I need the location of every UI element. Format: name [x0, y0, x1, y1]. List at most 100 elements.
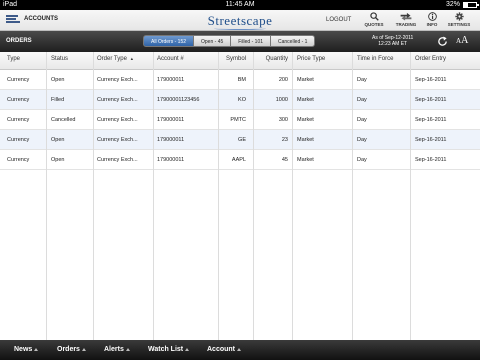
segment-cancelled[interactable]: Cancelled - 1 [271, 35, 316, 47]
cell-time-in-force: Day [357, 97, 367, 103]
column-divider [253, 52, 254, 340]
column-divider [292, 52, 293, 340]
cell-symbol: GE [238, 137, 246, 143]
order-filter-segments: All Orders - 152 Open - 45 Filled - 101 … [143, 35, 316, 47]
refresh-icon[interactable] [437, 36, 448, 47]
segment-open[interactable]: Open - 45 [194, 35, 232, 47]
column-header-type[interactable]: Type [7, 52, 47, 70]
gear-icon [454, 12, 464, 21]
cell-order-type: Currency Exch... [97, 97, 138, 103]
column-header-order-entry[interactable]: Order Entry [415, 52, 475, 70]
nav-item-label: Alerts [104, 346, 124, 353]
cell-status: Open [51, 157, 65, 163]
orders-toolbar: ORDERS All Orders - 152 Open - 45 Filled… [0, 31, 480, 52]
column-header-order-type[interactable]: Order Type ▲ [97, 52, 153, 70]
table-row[interactable]: Currency Cancelled Currency Exch... 1790000… [0, 110, 480, 130]
expand-arrow-icon [81, 348, 86, 351]
column-divider [46, 52, 47, 340]
cell-quantity: 45 [281, 157, 288, 163]
quotes-button[interactable]: QUOTES [362, 11, 386, 31]
nav-item-label: Orders [57, 346, 80, 353]
battery-percent: 32% [445, 1, 460, 8]
cell-time-in-force: Day [357, 77, 367, 83]
column-header-price-type[interactable]: Price Type [297, 52, 352, 70]
app-header: ACCOUNTS Streetscape LOGOUT QUOTES TRADI… [0, 10, 480, 31]
table-header: Type Status Order Type ▲ Account # Symbol Quan… [0, 52, 480, 70]
nav-item-label: Watch List [148, 346, 184, 353]
cell-symbol: AAPL [231, 157, 246, 163]
cell-symbol: PMTC [230, 117, 246, 123]
cell-quantity: 200 [278, 77, 288, 83]
expand-arrow-icon [34, 348, 39, 351]
cell-status: Open [51, 77, 65, 83]
orders-title: ORDERS [6, 38, 32, 44]
column-divider [93, 52, 94, 340]
cell-type: Currency [7, 77, 30, 83]
cell-status: Open [51, 137, 65, 143]
column-header-symbol[interactable]: Symbol [222, 52, 246, 70]
as-of-timestamp: As of Sep-12-2011 12:23 AM ET [372, 35, 414, 47]
settings-button[interactable]: SETTINGS [447, 11, 471, 31]
nav-item-account[interactable]: Account [207, 346, 241, 353]
cell-quantity: 1000 [275, 97, 288, 103]
cell-account-number: 179000011 [157, 77, 185, 83]
cell-type: Currency [7, 97, 30, 103]
cell-type: Currency [7, 137, 30, 143]
font-size-icon[interactable]: AA [456, 36, 468, 46]
cell-price-type: Market [297, 117, 314, 123]
expand-arrow-icon [185, 348, 190, 351]
info-icon [427, 12, 437, 21]
segment-all-orders[interactable]: All Orders - 152 [143, 35, 195, 47]
cell-quantity: 23 [281, 137, 288, 143]
cell-symbol: BM [237, 77, 246, 83]
logout-button[interactable]: LOGOUT [326, 17, 351, 23]
sort-indicator-icon: ▲ [129, 56, 134, 61]
cell-quantity: 300 [278, 117, 288, 123]
cell-time-in-force: Day [357, 137, 367, 143]
cell-account-number: 179000011 [157, 137, 185, 143]
table-row[interactable]: Currency Open Currency Exch... 179000011 AAP… [0, 150, 480, 170]
column-divider [153, 52, 154, 340]
cell-account-number: 1790000112345​6 [157, 97, 200, 103]
battery-status: 32% [445, 0, 479, 10]
column-header-time-in-force[interactable]: Time in Force [357, 52, 412, 70]
cell-price-type: Market [297, 77, 314, 83]
cell-time-in-force: Day [357, 117, 367, 123]
cell-order-type: Currency Exch... [97, 157, 138, 163]
trading-button[interactable]: TRADING [394, 11, 418, 31]
nav-item-label: News [14, 346, 33, 353]
column-divider [218, 52, 219, 340]
bottom-nav: News Orders Alerts Watch List Account [0, 340, 480, 360]
nav-item-watch-list[interactable]: Watch List [148, 346, 190, 353]
table-row[interactable]: Currency Filled Currency Exch... 1790000112… [0, 90, 480, 110]
column-header-quantity[interactable]: Quantity [258, 52, 288, 70]
info-button[interactable]: INFO [420, 11, 444, 31]
table-row[interactable]: Currency Open Currency Exch... 179000011 GE 2… [0, 130, 480, 150]
status-bar: iPad 11:45 AM 32% [0, 0, 480, 10]
cell-order-entry: Sep-16-2011 [415, 117, 447, 123]
column-header-account-number[interactable]: Account # [157, 52, 217, 70]
column-header-status[interactable]: Status [51, 52, 93, 70]
expand-arrow-icon [237, 348, 241, 351]
orders-table: Type Status Order Type ▲ Account # Symbol Quan… [0, 52, 480, 340]
cell-type: Currency [7, 157, 30, 163]
expand-arrow-icon [125, 348, 130, 351]
cell-price-type: Market [297, 97, 314, 103]
nav-item-label: Account [207, 346, 235, 353]
nav-item-news[interactable]: News [14, 346, 39, 353]
cell-time-in-force: Day [357, 157, 367, 163]
cell-order-entry: Sep-16-2011 [415, 77, 447, 83]
table-row[interactable]: Currency Open Currency Exch... 179000011 BM 2… [0, 70, 480, 90]
cell-status: Cancelled [51, 117, 76, 123]
nav-item-orders[interactable]: Orders [57, 346, 86, 353]
cell-status: Filled [51, 97, 65, 103]
column-divider [410, 52, 411, 340]
cell-account-number: 179000011 [157, 117, 185, 123]
trading-icon [400, 12, 412, 21]
column-divider [352, 52, 353, 340]
cell-account-number: 179000011 [157, 157, 185, 163]
nav-item-alerts[interactable]: Alerts [104, 346, 130, 353]
segment-filled[interactable]: Filled - 101 [231, 35, 271, 47]
cell-order-entry: Sep-16-2011 [415, 97, 447, 103]
cell-order-entry: Sep-16-2011 [415, 157, 447, 163]
